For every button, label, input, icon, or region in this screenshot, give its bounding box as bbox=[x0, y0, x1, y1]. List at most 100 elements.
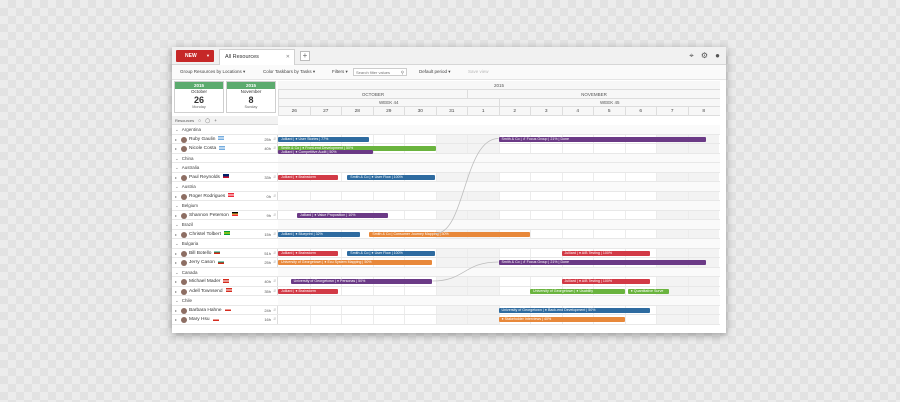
add-tab-button[interactable]: + bbox=[300, 51, 310, 61]
chevron-down-icon[interactable]: ⌄ bbox=[175, 270, 179, 275]
resource-timeline[interactable]: Julliard | ● Blueprint | 32% Smith & Co |… bbox=[278, 229, 720, 238]
task-bar[interactable]: Julliard | ● User Stories | 77% bbox=[278, 136, 370, 142]
expand-icon[interactable]: ▸ bbox=[175, 135, 177, 145]
stepper-icon[interactable]: ⇵ bbox=[273, 277, 276, 287]
expand-icon[interactable]: ▸ bbox=[175, 277, 177, 287]
group-label[interactable]: ⌄ Belgium bbox=[175, 201, 198, 211]
group-label[interactable]: ⌄ Chile bbox=[175, 296, 192, 306]
expand-icon[interactable]: ▸ bbox=[175, 306, 177, 316]
close-icon[interactable]: ✕ bbox=[286, 50, 290, 65]
expand-icon[interactable]: ▸ bbox=[175, 173, 177, 183]
group-label[interactable]: ⌄ Australia bbox=[175, 163, 199, 173]
chevron-down-icon[interactable]: ⌄ bbox=[175, 156, 179, 161]
chevron-down-icon[interactable]: ⌄ bbox=[175, 127, 179, 132]
task-bar[interactable]: Smith & Co | ↺ Focus Group | 21% | Done bbox=[498, 136, 707, 142]
expand-icon[interactable]: ▸ bbox=[175, 230, 177, 240]
group-label[interactable]: ⌄ Canada bbox=[175, 268, 198, 278]
start-date-card[interactable]: 2015 October 26 Monday bbox=[174, 81, 224, 113]
resource-cell[interactable]: ▸ Jerry Cason 25h ⇵ bbox=[172, 258, 278, 267]
group-label[interactable]: ⌄ China bbox=[175, 154, 194, 164]
resource-cell[interactable]: ▸ Shannon Peterson 9h ⇵ bbox=[172, 210, 278, 221]
task-bar[interactable]: ● Quantitative Surve bbox=[627, 288, 669, 294]
group-label[interactable]: ⌄ Bulgaria bbox=[175, 239, 198, 249]
task-bar[interactable]: Julliard | ● Blueprint | 32% bbox=[278, 231, 360, 237]
task-bar[interactable]: University of Georgetown | ● Personas | … bbox=[290, 279, 433, 284]
save-view-button[interactable]: Save view bbox=[468, 69, 489, 74]
stepper-icon[interactable]: ⇵ bbox=[273, 135, 276, 145]
chevron-down-icon[interactable]: ▼ bbox=[206, 50, 210, 62]
tab-all-resources[interactable]: All Resources ✕ bbox=[219, 49, 295, 65]
chevron-down-icon[interactable]: ⌄ bbox=[175, 165, 179, 170]
resource-cell[interactable]: ▸ Nicole Costa 40h ⇵ bbox=[172, 144, 278, 153]
chevron-down-icon[interactable]: ⌄ bbox=[175, 222, 179, 227]
resource-cell[interactable]: ▸ Paul Reynolds 33h ⇵ bbox=[172, 172, 278, 183]
task-bar[interactable]: University of Georgetown | ● Ecu System … bbox=[278, 260, 433, 265]
expand-icon[interactable]: ▸ bbox=[175, 144, 177, 154]
task-bar[interactable]: Julliard | ● Brainstorm bbox=[278, 250, 338, 256]
expand-icon[interactable]: ▸ bbox=[175, 315, 177, 325]
stepper-icon[interactable]: ⇵ bbox=[273, 230, 276, 240]
resource-timeline[interactable]: Julliard | ● User Stories | 77% Smith & C… bbox=[278, 134, 720, 143]
stepper-icon[interactable]: ⇵ bbox=[273, 249, 276, 259]
task-bar[interactable]: Smith & Co | ● User Flow | 100% bbox=[347, 174, 436, 180]
resource-cell[interactable]: ▸ Ruby Gaulin 25h ⇵ bbox=[172, 134, 278, 145]
resource-cell[interactable]: ▸ Mary Hsu 16h ⇵ bbox=[172, 315, 278, 324]
resource-timeline[interactable]: University of Georgetown | ● Back-end De… bbox=[278, 305, 720, 314]
task-bar[interactable]: Julliard | ● A/B Testing | 100% bbox=[561, 279, 650, 284]
resource-timeline[interactable]: Julliard | ● Value Proposition | 10% bbox=[278, 210, 720, 219]
stepper-icon[interactable]: ⇵ bbox=[273, 315, 276, 325]
end-date-card[interactable]: 2015 November 8 Sunday bbox=[226, 81, 276, 113]
expand-icon[interactable]: ▸ bbox=[175, 258, 177, 268]
search-filter-field[interactable]: ⚲ bbox=[353, 68, 407, 76]
task-bar[interactable]: Smith & Co | ● User Flow | 100% bbox=[347, 250, 436, 256]
add-resource-icon[interactable]: + bbox=[214, 116, 217, 125]
resource-cell[interactable]: ▸ Michael Mader 40h ⇵ bbox=[172, 277, 278, 286]
crosshair-icon[interactable]: ⌖ bbox=[687, 51, 696, 60]
stepper-icon[interactable]: ⇵ bbox=[273, 173, 276, 183]
task-bar[interactable]: Julliard | ● Brainstorm bbox=[278, 288, 338, 294]
task-bar[interactable]: Julliard | ● A/B Testing | 100% bbox=[561, 250, 650, 256]
expand-icon[interactable]: ▸ bbox=[175, 192, 177, 202]
resource-cell[interactable]: ▸ Adell Townsend 35h ⇵ bbox=[172, 286, 278, 295]
task-bar[interactable]: University of Georgetown | ● Usability bbox=[530, 288, 625, 294]
chevron-down-icon[interactable]: ⌄ bbox=[175, 241, 179, 246]
sort-icon[interactable]: ◯ bbox=[205, 116, 210, 125]
group-label[interactable]: ⌄ Austria bbox=[175, 182, 196, 192]
expand-icon[interactable]: ▸ bbox=[175, 211, 177, 221]
user-icon[interactable]: ● bbox=[713, 51, 722, 60]
color-by-dropdown[interactable]: Color Taskbars by Tasks ▾ bbox=[263, 69, 315, 75]
resource-timeline[interactable]: Julliard | ● Brainstorm Smith & Co | ● Us… bbox=[278, 172, 720, 181]
chevron-down-icon[interactable]: ⌄ bbox=[175, 203, 179, 208]
stepper-icon[interactable]: ⇵ bbox=[273, 192, 276, 202]
search-input[interactable] bbox=[356, 70, 400, 75]
new-button[interactable]: NEW ▼ bbox=[176, 50, 214, 62]
group-label[interactable]: ⌄ Argentina bbox=[175, 125, 201, 135]
period-dropdown[interactable]: Default period ▾ bbox=[419, 69, 451, 75]
task-bar[interactable]: Julliard | ● Brainstorm bbox=[278, 174, 338, 180]
filters-dropdown[interactable]: Filters ▾ bbox=[332, 69, 348, 75]
resource-cell[interactable]: ▸ Bill Botello 51h ⇵ bbox=[172, 248, 278, 259]
resource-timeline[interactable] bbox=[278, 191, 720, 200]
resource-timeline[interactable]: Julliard | ● Brainstorm Smith & Co | ● Us… bbox=[278, 248, 720, 257]
chevron-down-icon[interactable]: ⌄ bbox=[175, 184, 179, 189]
chevron-down-icon[interactable]: ⌄ bbox=[175, 298, 179, 303]
gear-icon[interactable]: ⚙ bbox=[700, 51, 709, 60]
task-bar[interactable]: Smith & Co | Consumer Journey Mapping | … bbox=[369, 231, 530, 237]
resource-cell[interactable]: ▸ Roger Rodrigues 0h ⇵ bbox=[172, 191, 278, 202]
expand-icon[interactable]: ▸ bbox=[175, 249, 177, 259]
resource-timeline[interactable]: University of Georgetown | ● Ecu System … bbox=[278, 258, 720, 267]
group-label[interactable]: ⌄ Brazil bbox=[175, 220, 193, 230]
task-bar[interactable]: Smith & Co | ↺ Focus Group | 21% | Done bbox=[498, 260, 707, 265]
stepper-icon[interactable]: ⇵ bbox=[273, 211, 276, 221]
stepper-icon[interactable]: ⇵ bbox=[273, 144, 276, 154]
resource-cell[interactable]: ▸ Christel Tolbert 15h ⇵ bbox=[172, 229, 278, 240]
stepper-icon[interactable]: ⇵ bbox=[273, 258, 276, 268]
resource-timeline[interactable]: ● Stakeholder Interviews | 40% bbox=[278, 315, 720, 324]
group-by-dropdown[interactable]: Group Resources by Locations ▾ bbox=[180, 69, 245, 75]
stepper-icon[interactable]: ⇵ bbox=[273, 306, 276, 316]
resource-timeline[interactable]: Smith & Co | ● Front-end Development | 5… bbox=[278, 144, 720, 154]
task-bar[interactable]: ● Stakeholder Interviews | 40% bbox=[498, 317, 625, 322]
collapse-icon[interactable]: ○ bbox=[198, 116, 201, 125]
resource-timeline[interactable]: University of Georgetown | ● Personas | … bbox=[278, 277, 720, 286]
task-bar[interactable]: University of Georgetown | ● Back-end De… bbox=[498, 307, 650, 313]
